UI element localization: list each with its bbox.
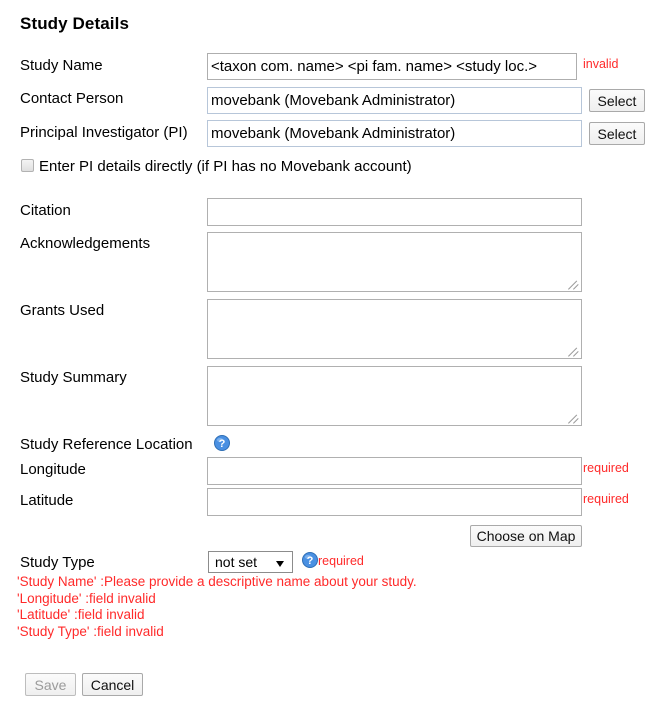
pi-details-directly-checkbox[interactable] [21,159,34,172]
choose-on-map-button[interactable]: Choose on Map [470,525,582,547]
validation-error-item: 'Longitude' :field invalid [17,590,156,606]
validation-error-item: 'Study Name' :Please provide a descripti… [17,574,417,589]
help-circle-icon[interactable]: ? [214,435,230,451]
label-study-reference-location: Study Reference Location [20,436,193,453]
label-latitude: Latitude [20,492,74,509]
longitude-status: required [583,461,629,475]
contact-person-input[interactable] [207,87,582,114]
latitude-status: required [583,492,629,506]
label-study-name: Study Name [20,57,103,74]
svg-text:?: ? [307,555,314,567]
grants-used-field-wrap [207,299,582,359]
study-summary-field-wrap [207,366,582,426]
study-summary-textarea[interactable] [207,366,582,426]
study-details-form: Study Details Study Name invalid Contact… [0,0,655,708]
label-acknowledgements: Acknowledgements [20,235,151,252]
label-citation: Citation [20,202,71,219]
label-longitude: Longitude [20,461,86,478]
label-study-type: Study Type [20,554,95,571]
svg-text:?: ? [219,438,226,450]
study-type-help-circle-icon[interactable]: ? [302,552,318,568]
study-name-status: invalid [583,57,619,71]
acknowledgements-field-wrap [207,232,582,292]
validation-error-item: 'Study Type' :field invalid [17,623,164,639]
study-type-select[interactable]: not set [208,551,293,573]
chevron-down-icon [276,561,284,567]
longitude-input[interactable] [207,457,582,485]
acknowledgements-textarea[interactable] [207,232,582,292]
study-type-status: required [318,554,364,568]
label-principal-investigator: Principal Investigator (PI) [20,124,188,141]
cancel-button[interactable]: Cancel [82,673,143,696]
label-contact-person: Contact Person [20,90,124,107]
save-button[interactable]: Save [25,673,76,696]
page-title: Study Details [20,14,129,33]
principal-investigator-select-button[interactable]: Select [589,122,645,145]
validation-error-list: 'Study Name' :Please provide a descripti… [17,574,417,640]
label-study-summary: Study Summary [20,369,127,386]
principal-investigator-input[interactable] [207,120,582,147]
validation-error-item: 'Latitude' :field invalid [17,607,145,622]
label-pi-details-directly: Enter PI details directly (if PI has no … [39,158,412,175]
study-name-input[interactable] [207,53,577,80]
latitude-input[interactable] [207,488,582,516]
study-type-selected-value: not set [215,554,258,570]
contact-person-select-button[interactable]: Select [589,89,645,112]
label-grants-used: Grants Used [20,302,105,319]
citation-input[interactable] [207,198,582,226]
grants-used-textarea[interactable] [207,299,582,359]
